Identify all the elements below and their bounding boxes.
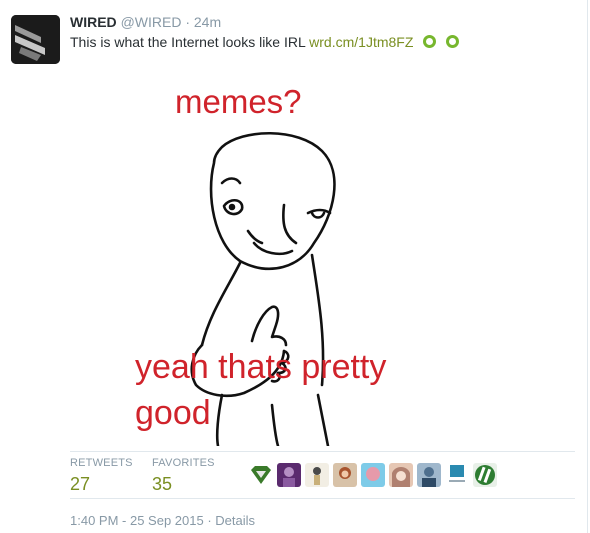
author-name[interactable]: WIRED	[70, 14, 117, 30]
tweet-time[interactable]: 24m	[194, 14, 221, 30]
favorites-label: FAVORITES	[152, 457, 215, 469]
wired-avatar[interactable]	[11, 15, 60, 64]
tweet-body: This is what the Internet looks like IRL	[70, 34, 306, 50]
active-logo-icon[interactable]	[445, 463, 469, 487]
author-handle[interactable]: @WIRED	[121, 14, 182, 30]
header-separator: ·	[185, 14, 190, 30]
stats-divider-bottom	[70, 498, 575, 499]
meme-caption-top: memes?	[175, 83, 302, 120]
tweet-header: WIRED @WIRED · 24m	[70, 13, 221, 31]
retweets-stat[interactable]: RETWEETS 27	[70, 457, 133, 495]
stats-divider-top	[70, 451, 575, 452]
avatar-pink[interactable]	[361, 463, 385, 487]
tweet: WIRED @WIRED · 24m This is what the Inte…	[0, 0, 588, 533]
favorites-stat[interactable]: FAVORITES 35	[152, 457, 215, 495]
avatar-purple[interactable]	[277, 463, 301, 487]
avatar-figure[interactable]	[305, 463, 329, 487]
tweet-text: This is what the Internet looks like IRL…	[70, 33, 460, 51]
superman-logo-icon[interactable]	[249, 463, 273, 487]
tweet-link[interactable]: wrd.cm/1Jtm8FZ	[309, 34, 413, 50]
vine-icon[interactable]	[423, 35, 437, 48]
stripes-logo-icon[interactable]	[473, 463, 497, 487]
avatar-woman[interactable]	[333, 463, 357, 487]
avatar-anime[interactable]	[389, 463, 413, 487]
tweet-media-image[interactable]: memes? yeah thats pretty good	[122, 55, 452, 446]
retweets-count[interactable]: 27	[70, 474, 133, 495]
retweets-label: RETWEETS	[70, 457, 133, 469]
tweet-timestamp[interactable]: 1:40 PM - 25 Sep 2015	[70, 513, 204, 528]
avatar-man[interactable]	[417, 463, 441, 487]
tweet-footer: 1:40 PM - 25 Sep 2015 · Details	[70, 513, 255, 528]
meme-caption-bottom-line2: good	[135, 394, 211, 432]
favorites-count[interactable]: 35	[152, 474, 215, 495]
vine-icon[interactable]	[446, 35, 460, 48]
footer-separator: ·	[207, 513, 212, 528]
meme-caption-bottom-line1: yeah thats pretty	[135, 348, 387, 386]
details-link[interactable]: Details	[215, 513, 255, 528]
